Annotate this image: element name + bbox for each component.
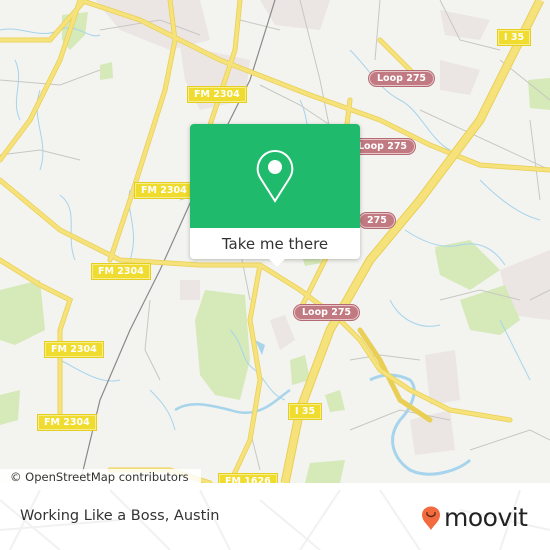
road-label-i35: I 35 bbox=[289, 404, 322, 419]
road-label-fm2304: FM 2304 bbox=[135, 183, 193, 198]
map-view[interactable]: FM 2304 FM 2304 FM 2304 FM 2304 FM 2304 … bbox=[0, 0, 550, 483]
popup-header bbox=[190, 124, 360, 228]
road-label-loop275: Loop 275 bbox=[294, 305, 360, 320]
road-label-loop275: Loop 275 bbox=[369, 71, 435, 86]
road-label-fm2304: FM 2304 bbox=[38, 415, 96, 430]
road-label-fm2304: FM 2304 bbox=[188, 87, 246, 102]
location-pin-icon bbox=[256, 149, 294, 203]
road-label-fm2304: FM 2304 bbox=[45, 342, 103, 357]
take-me-there-button[interactable]: Take me there bbox=[190, 228, 360, 259]
map-attribution[interactable]: © OpenStreetMap contributors bbox=[0, 469, 201, 485]
moovit-logo[interactable]: moovit bbox=[420, 503, 528, 533]
road-label-loop275: 275 bbox=[359, 213, 395, 228]
popup-pointer bbox=[268, 258, 286, 267]
road-label-fm2304: FM 2304 bbox=[92, 264, 150, 279]
destination-popup: Take me there bbox=[190, 124, 360, 267]
road-label-i35: I 35 bbox=[498, 30, 531, 45]
place-name: Working Like a Boss, Austin bbox=[20, 508, 220, 524]
road-label-fm1626: FM 1626 bbox=[219, 474, 277, 483]
moovit-pin-smile-icon bbox=[422, 506, 440, 530]
moovit-wordmark: moovit bbox=[444, 503, 528, 532]
